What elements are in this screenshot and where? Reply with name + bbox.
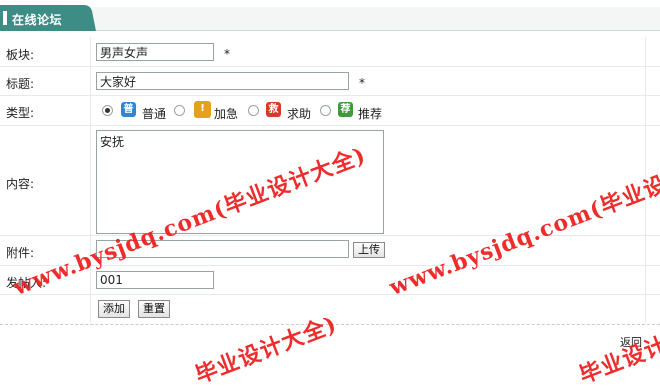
type-row: 类型: 普 普通 ! 加急 救 求助 荐 推荐: [0, 96, 660, 126]
title-label: 标题:: [6, 77, 35, 91]
poster-input[interactable]: [96, 271, 214, 289]
add-button[interactable]: 添加: [98, 300, 130, 318]
content-label: 内容:: [6, 177, 35, 191]
board-required-mark: *: [224, 47, 230, 61]
board-label: 板块:: [6, 48, 35, 62]
type-label-recommend: 推荐: [358, 107, 383, 121]
title-required-mark: *: [359, 76, 365, 90]
attachment-label: 附件:: [6, 246, 35, 260]
reset-button[interactable]: 重置: [138, 300, 170, 318]
type-radio-recommend[interactable]: [320, 105, 331, 116]
header-marker-icon: [3, 11, 7, 25]
type-label-urgent: 加急: [214, 107, 239, 121]
upload-button[interactable]: 上传: [353, 242, 385, 258]
normal-type-icon: 普: [121, 102, 136, 117]
forum-header: 在线论坛: [0, 0, 660, 32]
board-input[interactable]: [96, 43, 214, 61]
urgent-type-icon: !: [194, 101, 211, 118]
type-radio-help[interactable]: [248, 105, 259, 116]
help-type-icon: 救: [266, 102, 281, 117]
type-label-normal: 普通: [142, 107, 167, 121]
type-radio-urgent[interactable]: [174, 105, 185, 116]
header-bar: [0, 7, 660, 31]
watermark-text: 毕业设计: [575, 331, 660, 389]
recommend-type-icon: 荐: [338, 102, 353, 117]
board-row: 板块: *: [0, 38, 660, 67]
title-input[interactable]: [96, 72, 349, 90]
page-title: 在线论坛: [12, 13, 63, 27]
type-label: 类型:: [6, 106, 35, 120]
type-label-help: 求助: [287, 107, 312, 121]
title-row: 标题: *: [0, 67, 660, 96]
type-radio-normal[interactable]: [102, 105, 113, 116]
